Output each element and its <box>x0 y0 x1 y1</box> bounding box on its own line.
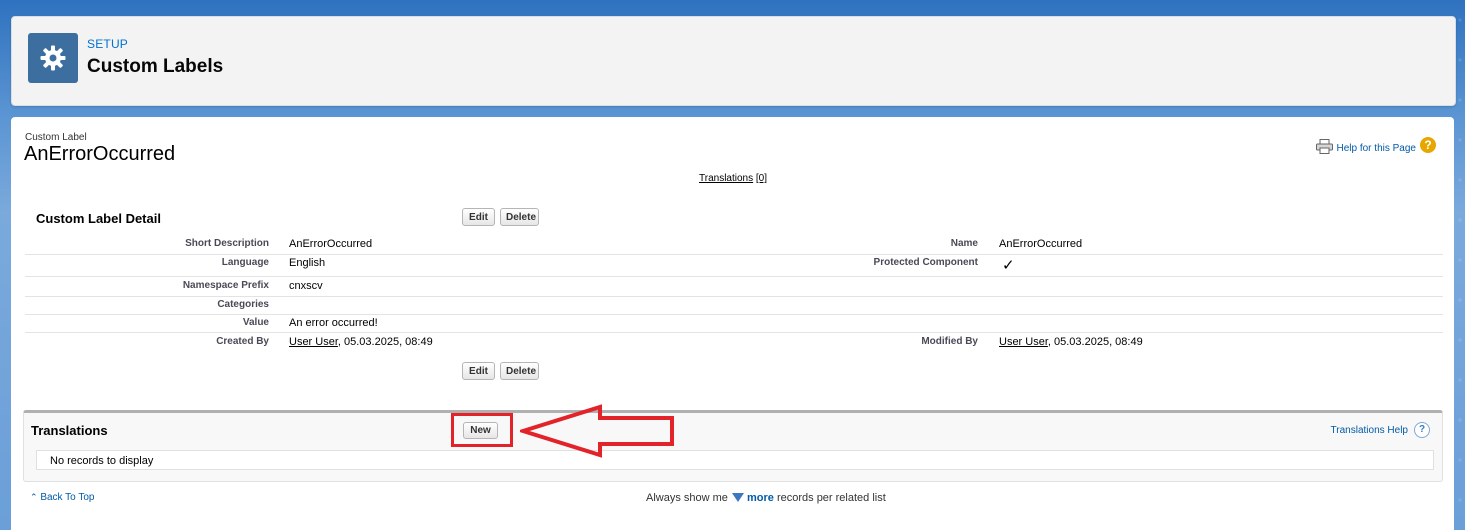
always-show-label: Always show me <box>646 492 728 504</box>
records-per-list-control: Always show me more records per related … <box>646 492 886 504</box>
page-title: Custom Labels <box>87 56 224 77</box>
page-header: SETUP Custom Labels <box>11 16 1456 106</box>
detail-row: Created By User User, 05.03.2025, 08:49 … <box>25 333 1443 352</box>
modified-by-value: User User, 05.03.2025, 08:49 <box>999 336 1143 348</box>
namespace-prefix-value: cnxscv <box>289 280 323 292</box>
short-description-value: AnErrorOccurred <box>289 238 373 250</box>
name-label: Name <box>950 238 978 249</box>
edit-button-top[interactable]: Edit <box>462 208 495 226</box>
detail-row: Categories <box>25 297 1443 315</box>
translations-help-icon[interactable]: ? <box>1414 422 1430 438</box>
language-value: English <box>289 257 326 269</box>
records-per-list-label: records per related list <box>776 492 886 504</box>
value-value: An error occurred! <box>289 317 378 329</box>
created-by-label: Created By <box>216 336 269 347</box>
no-records-message: No records to display <box>36 450 1434 470</box>
triangle-down-icon[interactable] <box>731 493 744 502</box>
protected-component-label: Protected Component <box>873 257 978 268</box>
more-records-link[interactable]: more <box>747 492 774 504</box>
delete-button-top[interactable]: Delete <box>500 208 539 226</box>
detail-section-title: Custom Label Detail <box>36 211 161 226</box>
gear-icon <box>40 45 66 71</box>
breadcrumb[interactable]: SETUP <box>87 37 128 51</box>
translations-title: Translations <box>31 423 108 438</box>
created-by-date: , 05.03.2025, 08:49 <box>337 336 433 348</box>
modified-by-label: Modified By <box>921 336 978 347</box>
edit-button-bottom[interactable]: Edit <box>462 362 495 380</box>
detail-row: Short Description AnErrorOccurred Name A… <box>25 235 1443 255</box>
categories-label: Categories <box>217 299 269 310</box>
namespace-prefix-label: Namespace Prefix <box>182 280 269 291</box>
annotation-arrow-icon <box>520 404 674 458</box>
detail-row: Namespace Prefix cnxscv <box>25 277 1443 297</box>
detail-row: Value An error occurred! <box>25 315 1443 333</box>
translations-link[interactable]: Translations [0] <box>699 173 767 184</box>
caret-up-icon: ⌃ <box>30 492 38 502</box>
help-question-icon[interactable]: ? <box>1420 137 1436 153</box>
setup-icon-tile <box>28 33 78 83</box>
created-by-value: User User, 05.03.2025, 08:49 <box>289 336 433 348</box>
protected-checkmark-icon: ✓ <box>1002 257 1015 274</box>
language-label: Language <box>221 257 269 268</box>
name-value: AnErrorOccurred <box>999 238 1083 250</box>
translations-help-link[interactable]: Translations Help <box>1331 425 1408 436</box>
modified-by-user-link[interactable]: User User <box>999 336 1048 348</box>
short-description-label: Short Description <box>185 238 269 249</box>
help-for-page-label[interactable]: Help for this Page <box>1337 143 1417 154</box>
modified-by-date: , 05.03.2025, 08:49 <box>1047 336 1143 348</box>
help-for-page-link[interactable]: Help for this Page <box>1315 139 1417 154</box>
record-type-label: Custom Label <box>25 132 87 143</box>
record-name: AnErrorOccurred <box>24 143 176 165</box>
detail-row: Language English Protected Component ✓ <box>25 255 1443 277</box>
translations-related-list: Translations New Translations Help ? No … <box>23 410 1443 482</box>
printer-icon[interactable] <box>1315 139 1333 154</box>
main-content: Custom Label AnErrorOccurred Help for th… <box>11 117 1454 530</box>
back-to-top-label[interactable]: Back To Top <box>40 492 94 503</box>
translations-link-count[interactable]: [0] <box>756 173 767 184</box>
value-label: Value <box>242 317 269 328</box>
back-to-top-link[interactable]: ⌃ Back To Top <box>30 492 94 503</box>
delete-button-bottom[interactable]: Delete <box>500 362 539 380</box>
created-by-user-link[interactable]: User User <box>289 336 338 348</box>
annotation-highlight-box <box>451 413 513 447</box>
translations-link-label[interactable]: Translations <box>699 173 753 184</box>
